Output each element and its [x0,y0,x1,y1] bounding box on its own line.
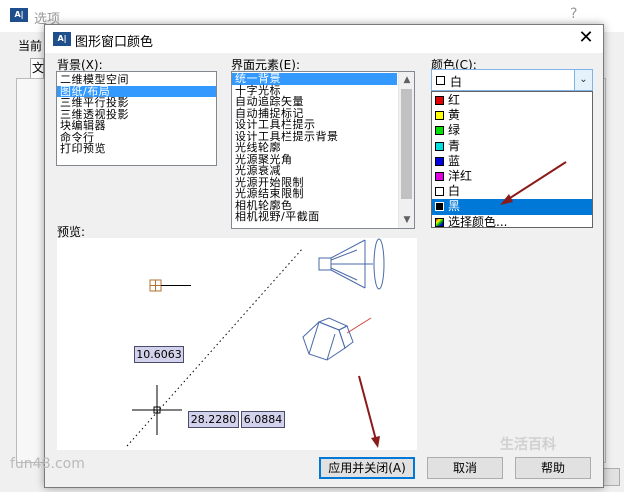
options-help-button[interactable]: ? [570,6,577,22]
interface-element-item[interactable]: 设计工具栏提示 [232,119,397,131]
color-option[interactable]: 白 [432,184,592,199]
color-option-label: 蓝 [448,153,461,168]
color-option[interactable]: 红 [432,93,592,108]
color-swatch-icon [435,111,444,121]
camera-icon [302,317,372,361]
crosshair-icon [132,385,182,435]
interface-element-item[interactable]: 统一背景 [232,73,397,85]
element-scrollbar[interactable]: ▲ ▼ [398,72,414,228]
color-combobox[interactable]: 白 ⌄ [431,69,593,91]
color-swatch-icon [435,217,444,227]
scroll-down-icon[interactable]: ▼ [399,212,414,228]
selected-color-text: 白 [450,75,463,89]
color-option-label: 白 [448,184,461,199]
chevron-down-icon[interactable]: ⌄ [574,70,592,90]
context-item[interactable]: 二维模型空间 [57,74,216,86]
dimension-value-3: 6.0884 [241,411,285,428]
graphics-window-color-dialog: A| 图形窗口颜色 ✕ 背景(X): 二维模型空间 图纸/布局 三维平行投影 三维透视… [44,24,604,488]
context-item[interactable]: 三维平行投影 [57,97,216,109]
color-option[interactable]: 洋红 [432,169,592,184]
close-icon[interactable]: ✕ [573,26,599,50]
color-swatch-icon [435,202,444,212]
color-option[interactable]: 黑 [432,199,592,215]
dialog-title: 图形窗口颜色 [75,35,154,50]
dimension-value-1: 10.6063 [134,346,184,363]
current-profile-label: 当前 [18,39,43,53]
color-swatch-icon [435,187,444,197]
watermark-text: fun48.com [10,456,85,472]
color-option-label: 红 [448,93,461,107]
scroll-thumb[interactable] [401,89,412,199]
dimension-value-2: 28.2280 [188,411,239,428]
color-option-label: 黑 [448,199,461,214]
autocad-logo-icon: A| [10,8,28,22]
color-option[interactable]: 青 [432,139,592,154]
context-listbox[interactable]: 二维模型空间 图纸/布局 三维平行投影 三维透视投影 块编辑器 命令行 打印预览 [56,71,217,166]
scroll-up-icon[interactable]: ▲ [399,72,414,88]
watermark-text-2: 生活百科 [500,437,556,453]
cancel-button[interactable]: 取消 [427,457,503,479]
selected-color-swatch [436,76,445,85]
interface-element-item[interactable]: 自动追踪矢量 [232,96,397,108]
color-option[interactable]: 选择颜色... [432,215,592,230]
color-swatch-icon [435,96,444,105]
color-swatch-icon [435,126,444,136]
color-swatch-icon [435,171,444,181]
interface-element-item[interactable]: 光源结束限制 [232,188,397,200]
color-option[interactable]: 绿 [432,123,592,138]
options-tab-display[interactable]: 文 [30,58,44,78]
color-option-label: 绿 [448,123,461,138]
context-item[interactable]: 打印预览 [57,143,216,155]
color-option[interactable]: 蓝 [432,154,592,169]
preview-area: 10.6063 28.2280 6.0884 [57,238,417,450]
light-cone-icon [318,238,385,290]
color-swatch-icon [435,156,444,166]
interface-element-listbox[interactable]: 统一背景 十字光标 自动追踪矢量 自动捕捉标记 设计工具栏提示 设计工具栏提示背景 光线轮廓… [231,71,415,229]
color-dropdown-list[interactable]: 红黄绿青蓝洋红白黑选择颜色... [431,91,593,230]
interface-element-item[interactable]: 光源衰减 [232,165,397,177]
context-item[interactable]: 块编辑器 [57,120,216,132]
help-button[interactable]: 帮助 [515,457,591,479]
color-option-label: 选择颜色... [448,214,508,229]
color-option-label: 洋红 [448,168,473,183]
dialog-app-icon: A| [53,32,71,46]
color-option[interactable]: 黄 [432,108,592,123]
interface-element-item[interactable]: 相机视野/平截面 [232,211,397,223]
color-option-label: 青 [448,138,461,153]
color-swatch-icon [435,141,444,151]
snap-marker-icon [149,279,191,292]
color-option-label: 黄 [448,108,461,123]
interface-element-item[interactable]: 光线轮廓 [232,142,397,154]
dialog-titlebar: A| 图形窗口颜色 ✕ [45,25,603,53]
apply-and-close-button[interactable]: 应用并关闭(A) [319,457,415,479]
